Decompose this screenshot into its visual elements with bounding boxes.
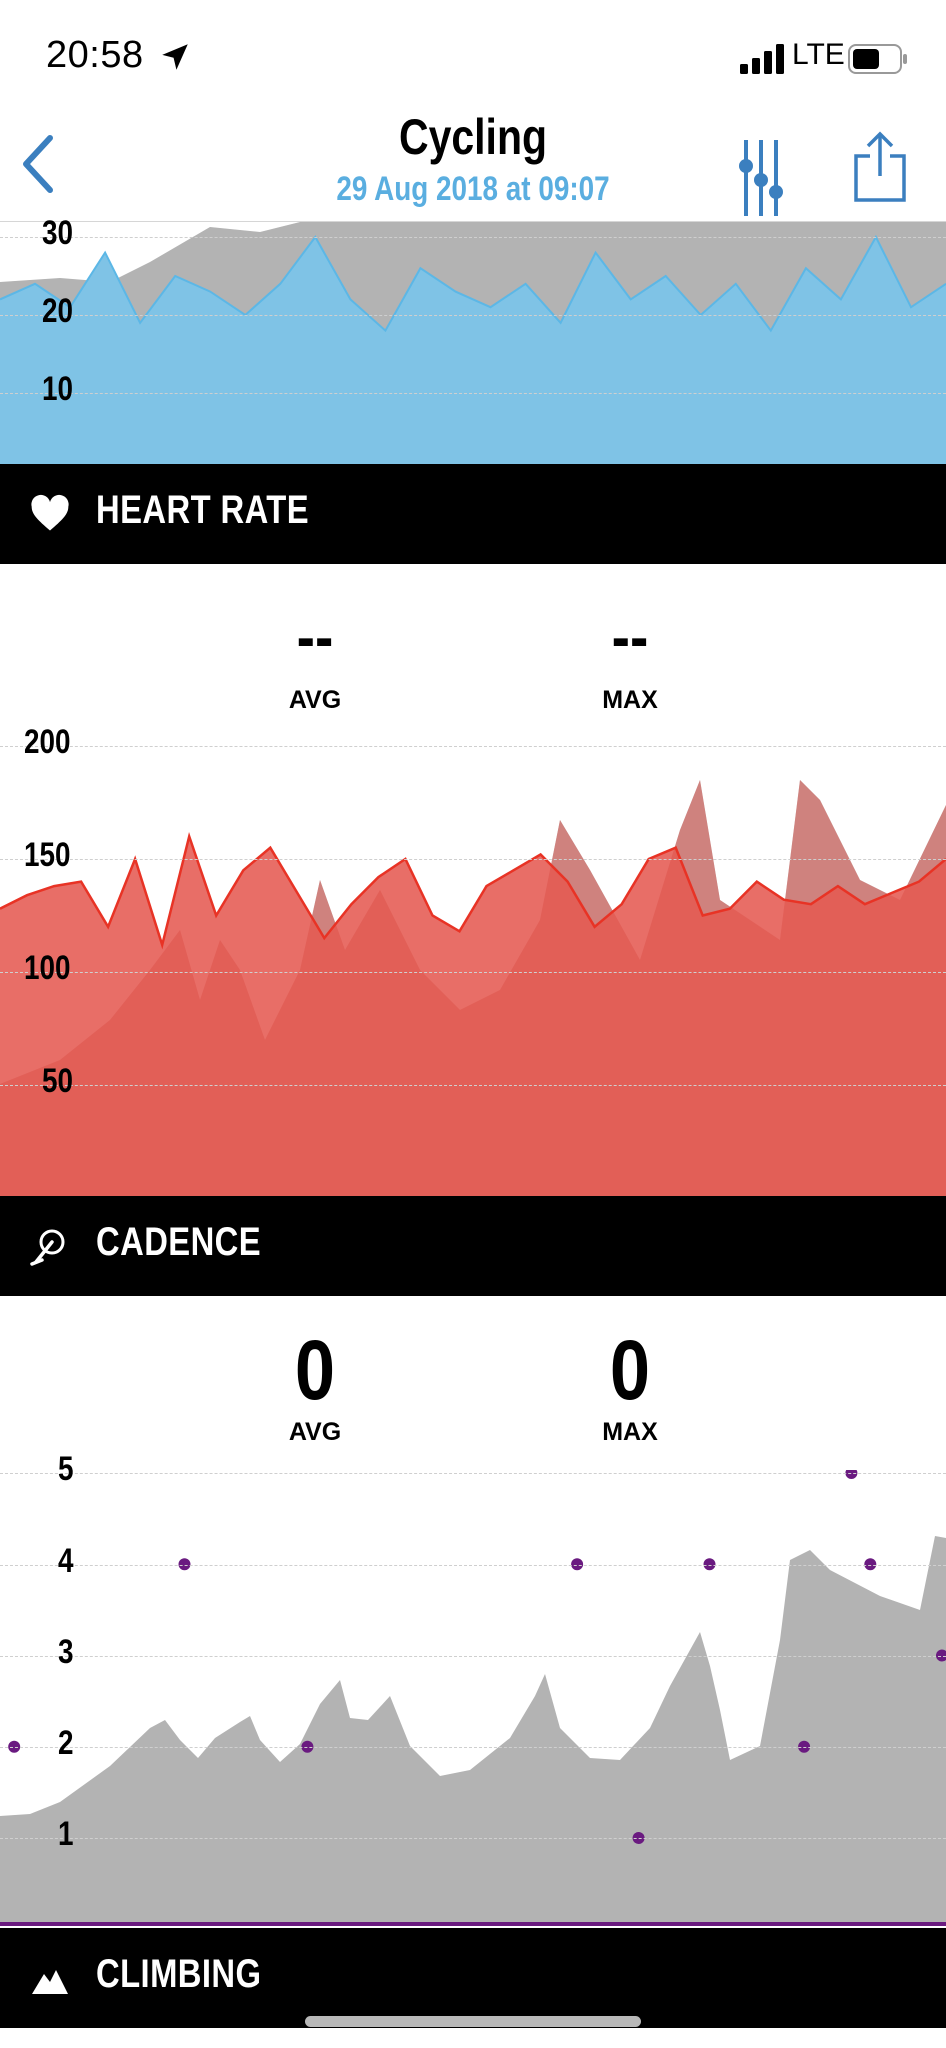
network-label: LTE (792, 38, 845, 71)
home-indicator (305, 2016, 641, 2027)
climbing-title: CLIMBING (96, 1952, 262, 1996)
cad-grid-1 (0, 1838, 946, 1839)
heart-icon (31, 494, 69, 531)
cadence-title: CADENCE (96, 1220, 262, 1264)
cadence-zero-line (0, 1922, 946, 1926)
speed-grid-30 (0, 237, 946, 238)
cad-grid-5 (0, 1473, 946, 1474)
location-arrow-icon (162, 44, 188, 70)
hr-grid-150 (0, 859, 946, 860)
cad-tick-2: 2 (58, 1724, 74, 1762)
cadence-section-header[interactable]: CADENCE (0, 1196, 946, 1296)
speed-grid-10 (0, 393, 946, 394)
cad-tick-3: 3 (58, 1633, 74, 1671)
speed-tick-10: 10 (42, 370, 74, 408)
hr-avg-label: AVG (288, 686, 342, 714)
filter-sliders-icon[interactable] (736, 136, 786, 220)
hr-tick-200: 200 (24, 723, 71, 761)
speed-tick-20: 20 (42, 292, 74, 330)
cadence-avg-value: 0 (294, 1323, 336, 1417)
cad-tick-5: 5 (58, 1450, 74, 1488)
hr-avg-value: -- (296, 601, 334, 673)
cad-tick-4: 4 (58, 1542, 74, 1580)
signal-bars-icon (740, 44, 784, 74)
hr-tick-50: 50 (42, 1062, 74, 1100)
cad-grid-3 (0, 1656, 946, 1657)
cad-grid-2 (0, 1747, 946, 1748)
speed-grid-20 (0, 315, 946, 316)
battery-icon (848, 44, 907, 74)
hr-max-label: MAX (602, 686, 658, 714)
heart-rate-chart (0, 780, 946, 1196)
hr-grid-200 (0, 746, 946, 747)
speed-tick-30: 30 (42, 214, 74, 252)
elevation-area (0, 1536, 946, 1926)
hr-tick-100: 100 (24, 949, 71, 987)
hr-grid-50 (0, 1085, 946, 1086)
back-chevron-icon[interactable] (18, 132, 58, 196)
mountain-icon (32, 1970, 68, 1994)
hr-tick-150: 150 (24, 836, 71, 874)
cadence-point (845, 1470, 858, 1479)
hr-grid-100 (0, 972, 946, 973)
cadence-max-value: 0 (609, 1323, 651, 1417)
climbing-section-header[interactable]: CLIMBING (0, 1928, 946, 2028)
hr-max-value: -- (611, 601, 649, 673)
cadence-max-label: MAX (602, 1418, 658, 1446)
cad-tick-1: 1 (58, 1815, 74, 1853)
pedal-crank-icon (30, 1229, 65, 1266)
heart-rate-section-header[interactable]: HEART RATE (0, 464, 946, 564)
share-icon[interactable] (852, 130, 908, 202)
status-time: 20:58 (46, 34, 144, 76)
heart-rate-title: HEART RATE (96, 488, 310, 532)
cadence-avg-label: AVG (288, 1418, 342, 1446)
cad-grid-4 (0, 1565, 946, 1566)
speed-chart (0, 222, 946, 464)
cadence-chart (0, 1470, 946, 1926)
